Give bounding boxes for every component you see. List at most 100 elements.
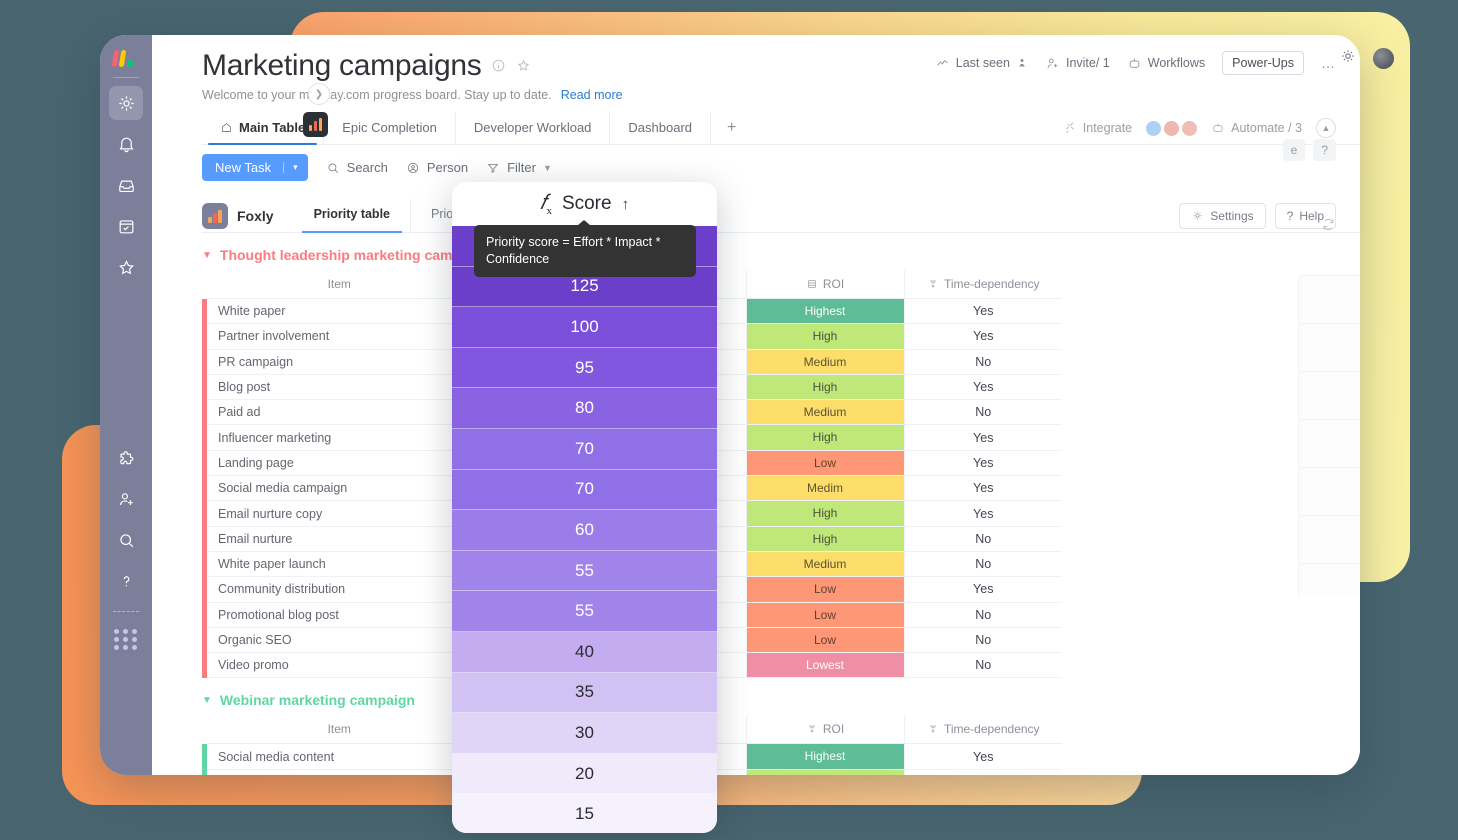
person-filter-button[interactable]: Person	[406, 160, 468, 175]
cell-item[interactable]: Partner involvement	[207, 324, 472, 349]
avatar[interactable]	[1373, 48, 1394, 69]
column-header-item[interactable]: Item	[207, 270, 472, 299]
sidebar-item-workspace[interactable]	[109, 86, 143, 120]
bar-chart-icon[interactable]	[303, 112, 328, 137]
cell-time-dependency[interactable]: No	[904, 551, 1062, 576]
score-row[interactable]: 30	[452, 713, 717, 754]
tab-dashboard[interactable]: Dashboard	[609, 112, 710, 144]
score-row[interactable]: 55	[452, 591, 717, 632]
integration-chip-3[interactable]	[1182, 121, 1197, 136]
help-icon[interactable]	[109, 564, 143, 598]
more-options-button[interactable]: …	[1321, 55, 1336, 71]
filter-button[interactable]: Filter ▼	[486, 160, 552, 175]
cell-item[interactable]: White paper launch	[207, 551, 472, 576]
automate-button[interactable]: Automate / 3	[1211, 121, 1302, 135]
sidebar-item-inbox[interactable]	[109, 168, 143, 202]
cell-item[interactable]: Influencer marketing	[207, 425, 472, 450]
cell-time-dependency[interactable]: Yes	[904, 476, 1062, 501]
workflows-button[interactable]: Workflows	[1127, 56, 1205, 71]
column-header-item[interactable]: Item	[207, 715, 472, 744]
cell-time-dependency[interactable]: No	[904, 627, 1062, 652]
score-row[interactable]: 15	[452, 794, 717, 833]
cell-roi[interactable]: High	[746, 769, 904, 775]
new-task-caret-icon[interactable]: ▾	[283, 162, 298, 173]
cell-item[interactable]: PR campaign	[207, 349, 472, 374]
sidebar-item-favorites[interactable]	[109, 250, 143, 284]
cell-time-dependency[interactable]: No	[904, 400, 1062, 425]
column-header-time-dependency[interactable]: Time-dependency	[904, 715, 1062, 744]
cell-roi[interactable]: Medim	[746, 476, 904, 501]
score-row[interactable]: 40	[452, 632, 717, 673]
group-title[interactable]: ▼Webinar marketing campaign	[202, 692, 1360, 708]
cell-item[interactable]: Social media campaign	[207, 476, 472, 501]
cell-item[interactable]: Paid ad	[207, 400, 472, 425]
tab-priority-table[interactable]: Priority table	[294, 199, 410, 232]
monday-logo-icon[interactable]	[113, 47, 139, 67]
cell-roi[interactable]: Low	[746, 450, 904, 475]
info-icon[interactable]	[491, 58, 506, 73]
cell-roi[interactable]: High	[746, 501, 904, 526]
peek-partial-button[interactable]: e	[1283, 139, 1306, 161]
cell-time-dependency[interactable]: Yes	[904, 744, 1062, 769]
column-header-roi[interactable]: ROI	[746, 715, 904, 744]
integration-chip-2[interactable]	[1164, 121, 1179, 136]
sidebar-item-notifications[interactable]	[109, 127, 143, 161]
new-task-button[interactable]: New Task ▾	[202, 154, 308, 181]
column-header-roi[interactable]: ROI	[746, 270, 904, 299]
group-title[interactable]: ▼Thought leadership marketing campaign	[202, 247, 1360, 263]
score-row[interactable]: 100	[452, 307, 717, 348]
column-header-time-dependency[interactable]: Time-dependency	[904, 270, 1062, 299]
cell-item[interactable]: Promotional blog post	[207, 602, 472, 627]
cell-roi[interactable]: Low	[746, 602, 904, 627]
cell-roi[interactable]: Low	[746, 627, 904, 652]
cell-item[interactable]: Social media content	[207, 744, 472, 769]
score-row[interactable]: 55	[452, 551, 717, 592]
cell-time-dependency[interactable]: Yes	[904, 374, 1062, 399]
sort-ascending-icon[interactable]: ↑	[622, 196, 630, 213]
cell-item[interactable]: Blog post	[207, 374, 472, 399]
filter-caret-icon[interactable]: ▼	[543, 163, 552, 173]
cell-roi[interactable]: High	[746, 324, 904, 349]
cell-roi[interactable]: Medium	[746, 551, 904, 576]
expand-sidebar-button[interactable]: ❯	[308, 83, 330, 105]
tab-epic-completion[interactable]: Epic Completion	[323, 112, 455, 144]
cell-item[interactable]: Email nurture	[207, 769, 472, 775]
apps-grid-icon[interactable]	[109, 622, 143, 656]
chevron-up-icon[interactable]: ▲	[1316, 118, 1336, 138]
search-icon[interactable]	[109, 523, 143, 557]
settings-button[interactable]: Settings	[1179, 203, 1265, 229]
puzzle-icon[interactable]	[109, 441, 143, 475]
cell-time-dependency[interactable]: Yes	[904, 425, 1062, 450]
peek-help-button[interactable]: ?	[1313, 139, 1336, 161]
score-row[interactable]: 80	[452, 388, 717, 429]
cell-time-dependency[interactable]: No	[904, 349, 1062, 374]
score-row[interactable]: 95	[452, 348, 717, 389]
cell-roi[interactable]: High	[746, 374, 904, 399]
sidebar-item-my-work[interactable]	[109, 209, 143, 243]
cell-time-dependency[interactable]: Yes	[904, 501, 1062, 526]
cell-item[interactable]: Email nurture copy	[207, 501, 472, 526]
star-icon[interactable]	[516, 58, 531, 73]
cell-item[interactable]: Community distribution	[207, 577, 472, 602]
cell-time-dependency[interactable]: No	[904, 769, 1062, 775]
integration-chip-1[interactable]	[1146, 121, 1161, 136]
add-view-button[interactable]: +	[710, 112, 752, 144]
cell-time-dependency[interactable]: No	[904, 653, 1062, 678]
score-row[interactable]: 60	[452, 510, 717, 551]
cell-roi[interactable]: Low	[746, 577, 904, 602]
integration-chips[interactable]	[1146, 121, 1197, 136]
search-button[interactable]: Search	[326, 160, 388, 175]
invite-button[interactable]: Invite/ 1	[1045, 56, 1110, 71]
cell-item[interactable]: White paper	[207, 299, 472, 324]
power-ups-button[interactable]: Power-Ups	[1222, 51, 1304, 75]
tab-developer-workload[interactable]: Developer Workload	[455, 112, 610, 144]
cell-roi[interactable]: Lowest	[746, 653, 904, 678]
cell-roi[interactable]: High	[746, 425, 904, 450]
invite-member-icon[interactable]	[109, 482, 143, 516]
cell-time-dependency[interactable]: Yes	[904, 450, 1062, 475]
score-row[interactable]: 35	[452, 673, 717, 714]
cell-item[interactable]: Email nurture	[207, 526, 472, 551]
chevron-down-icon[interactable]: ▼	[202, 695, 212, 706]
cell-time-dependency[interactable]: No	[904, 602, 1062, 627]
last-seen-button[interactable]: Last seen	[935, 56, 1028, 71]
